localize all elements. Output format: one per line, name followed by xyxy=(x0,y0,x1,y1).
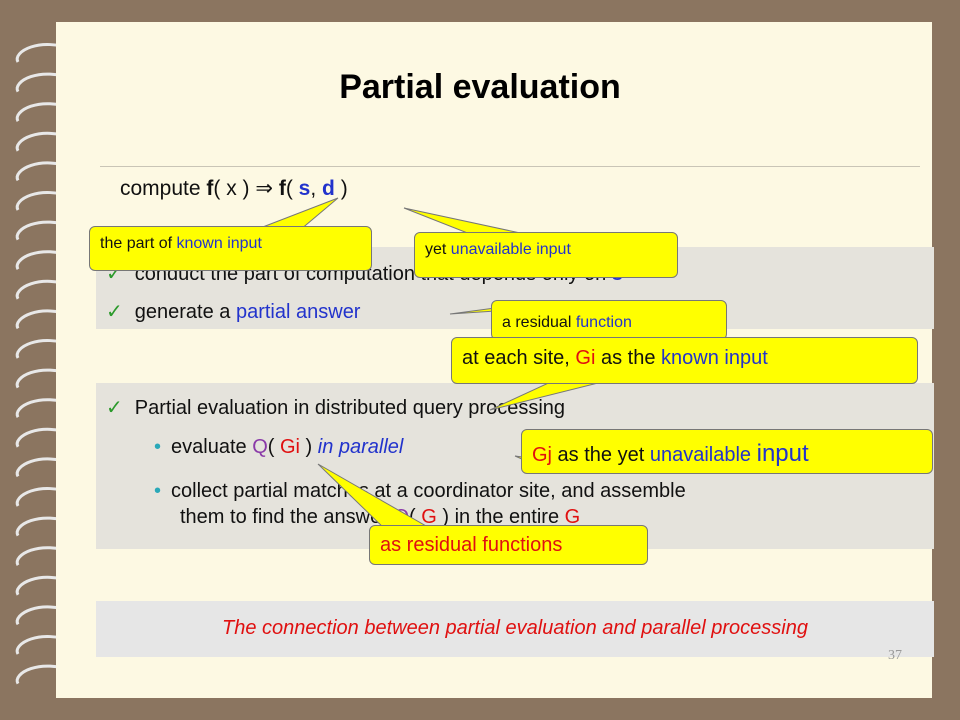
callout-residual-functions: as residual functions xyxy=(369,525,648,565)
callout-known-input: the part of known input xyxy=(89,226,372,271)
callout-tail-unavailable xyxy=(403,207,526,235)
callout-gj-unavailable: Gj as the yet unavailable input xyxy=(521,429,933,474)
callout-each-site: at each site, Gi as the known input xyxy=(451,337,918,384)
callout-unavailable-input: yet unavailable input xyxy=(414,232,678,278)
callout-tail-residual-functions xyxy=(317,463,442,535)
callout-residual-function: a residual function xyxy=(491,300,727,340)
callout-tail-each-site xyxy=(489,379,611,411)
